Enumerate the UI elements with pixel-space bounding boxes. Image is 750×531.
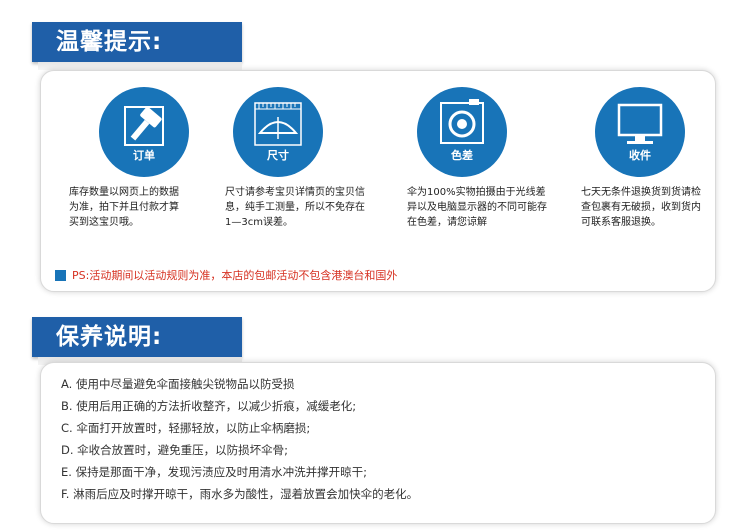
- camera-icon: 色差: [417, 87, 507, 177]
- care-item: D. 伞收合放置时，避免重压，以防损坏伞骨;: [61, 443, 289, 457]
- tip-order-label: 订单: [133, 149, 155, 162]
- tip-order: 订单 库存数量以网页上的数据为准，拍下并且付款才算买到这宝贝哦。: [69, 87, 219, 230]
- ps-square-icon: [55, 269, 66, 281]
- tip-size-label: 尺寸: [267, 149, 289, 162]
- tip-size-text: 尺寸请参考宝贝详情页的宝贝信息，纯手工测量，所以不免存在1—3cm误差。: [225, 187, 365, 228]
- tip-color: 色差 伞为100%实物拍摄由于光线差异以及电脑显示器的不同可能存在色差，请您谅解: [407, 87, 559, 230]
- tip-color-label: 色差: [451, 149, 473, 162]
- tip-receive-label: 收件: [629, 149, 651, 162]
- tip-order-text: 库存数量以网页上的数据为准，拍下并且付款才算买到这宝贝哦。: [69, 187, 179, 228]
- hammer-icon: 订单: [99, 87, 189, 177]
- tip-color-text: 伞为100%实物拍摄由于光线差异以及电脑显示器的不同可能存在色差，请您谅解: [407, 187, 547, 228]
- care-item: A. 使用中尽量避免伞面接触尖锐物品以防受损: [61, 377, 295, 391]
- ps-note-text: PS:活动期间以活动规则为准，本店的包邮活动不包含港澳台和国外: [72, 269, 398, 282]
- care-card: A. 使用中尽量避免伞面接触尖锐物品以防受损 B. 使用后用正确的方法折收整齐，…: [40, 362, 716, 524]
- care-item: F. 淋雨后应及时撑开晾干，雨水多为酸性，湿着放置会加快伞的老化。: [61, 487, 419, 501]
- care-list: A. 使用中尽量避免伞面接触尖锐物品以防受损 B. 使用后用正确的方法折收整齐，…: [41, 363, 715, 505]
- ps-note: PS:活动期间以活动规则为准，本店的包邮活动不包含港澳台和国外: [55, 267, 397, 283]
- care-item: E. 保持是那面干净，发现污渍应及时用清水冲洗并撑开晾干;: [61, 465, 367, 479]
- care-section-title: 保养说明:: [32, 317, 242, 365]
- monitor-icon: 收件: [595, 87, 685, 177]
- care-item: B. 使用后用正确的方法折收整齐，以减少折痕，减缓老化;: [61, 399, 357, 413]
- tip-size: 尺寸 尺寸请参考宝贝详情页的宝贝信息，纯手工测量，所以不免存在1—3cm误差。: [225, 87, 375, 230]
- tips-section-title: 温馨提示:: [32, 22, 242, 70]
- umbrella-ruler-icon: 尺寸: [233, 87, 323, 177]
- page: 温馨提示: 订单 库存数量以网页上的数据为准，拍下并且付款才算买到这宝贝哦。 尺…: [0, 0, 750, 531]
- tips-card: 订单 库存数量以网页上的数据为准，拍下并且付款才算买到这宝贝哦。 尺寸 尺寸请参…: [40, 70, 716, 292]
- tip-receive-text: 七天无条件退换货到货请检查包裹有无破损，收到货内可联系客服退换。: [581, 187, 701, 228]
- tip-receive: 收件 七天无条件退换货到货请检查包裹有无破损，收到货内可联系客服退换。: [581, 87, 741, 230]
- care-item: C. 伞面打开放置时，轻挪轻放，以防止伞柄磨损;: [61, 421, 311, 435]
